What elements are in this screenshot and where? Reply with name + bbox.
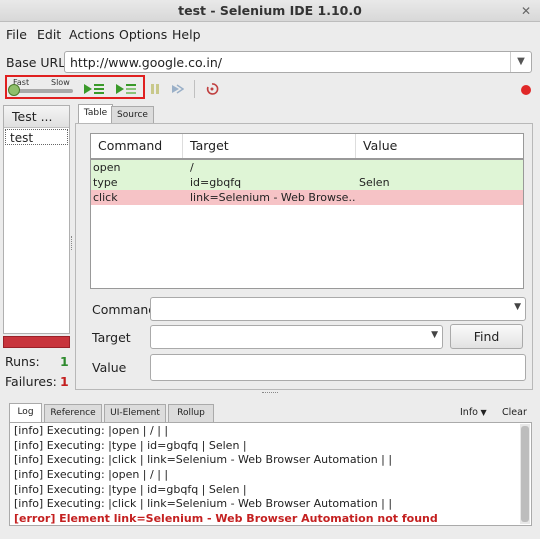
- chevron-down-icon[interactable]: ▼: [514, 302, 521, 312]
- close-icon: ✕: [520, 4, 532, 18]
- log-clear-button[interactable]: Clear: [502, 407, 527, 418]
- log-scrollbar[interactable]: [520, 424, 530, 524]
- row-target: link=Selenium - Web Browse...: [190, 191, 355, 204]
- base-url-value[interactable]: http://www.google.co.in/: [70, 55, 222, 70]
- runs-count: 1: [60, 354, 69, 369]
- chevron-down-icon[interactable]: ▼: [510, 52, 531, 72]
- tab-reference[interactable]: Reference: [44, 404, 102, 423]
- column-value[interactable]: Value: [356, 134, 523, 158]
- table-header: Command Target Value: [91, 134, 523, 160]
- command-combobox[interactable]: ▼: [150, 297, 526, 321]
- row-command: type: [93, 176, 118, 189]
- record-icon[interactable]: [519, 83, 533, 97]
- menu-edit[interactable]: Edit: [37, 27, 61, 42]
- base-url-combobox[interactable]: http://www.google.co.in/ ▼: [64, 51, 532, 73]
- test-case-header[interactable]: Test ...: [4, 106, 69, 128]
- row-target: id=gbqfq: [190, 176, 242, 189]
- rollup-icon[interactable]: [205, 82, 219, 96]
- speed-slider-thumb[interactable]: [8, 84, 20, 96]
- table-row[interactable]: type id=gbqfq Selen: [91, 175, 523, 190]
- log-console: [info] Executing: |open | / | | [info] E…: [9, 422, 532, 526]
- panel-splitter[interactable]: [71, 236, 74, 250]
- chevron-down-icon[interactable]: ▼: [431, 330, 438, 340]
- toolbar-divider: [194, 80, 195, 98]
- play-all-tests-icon[interactable]: [83, 83, 105, 95]
- run-progress-bar: [3, 336, 70, 348]
- close-window-button[interactable]: ✕: [518, 3, 534, 19]
- table-row[interactable]: open /: [91, 160, 523, 175]
- menu-options[interactable]: Options: [119, 27, 167, 42]
- log-line: [info] Executing: |type | id=gbqfq | Sel…: [14, 438, 247, 452]
- window-title-bar: test - Selenium IDE 1.10.0: [0, 0, 540, 22]
- table-row[interactable]: click link=Selenium - Web Browse...: [91, 190, 523, 205]
- runs-label: Runs:: [5, 354, 40, 369]
- log-line: [info] Executing: |click | link=Selenium…: [14, 497, 393, 511]
- menu-file[interactable]: File: [6, 27, 27, 42]
- log-line: [info] Executing: |type | id=gbqfq | Sel…: [14, 482, 247, 496]
- tab-log[interactable]: Log: [9, 403, 42, 423]
- value-label: Value: [92, 360, 127, 375]
- target-label: Target: [92, 330, 131, 345]
- row-target: /: [190, 161, 194, 174]
- log-line: [info] Executing: |click | link=Selenium…: [14, 453, 393, 467]
- row-command: open: [93, 161, 121, 174]
- window-title: test - Selenium IDE 1.10.0: [178, 3, 362, 18]
- speed-slider-track[interactable]: [11, 89, 73, 93]
- log-line: [info] Executing: |open | / | |: [14, 424, 169, 437]
- pause-icon[interactable]: [148, 82, 162, 96]
- info-label[interactable]: Info: [460, 407, 478, 418]
- log-scrollbar-thumb[interactable]: [521, 426, 529, 522]
- test-case-item[interactable]: test: [5, 129, 68, 145]
- row-command: click: [93, 191, 118, 204]
- tab-rollup[interactable]: Rollup: [168, 404, 214, 423]
- value-input[interactable]: [150, 354, 526, 381]
- command-label: Command: [92, 302, 157, 317]
- failures-count: 1: [60, 374, 69, 389]
- tab-table[interactable]: Table: [78, 104, 113, 125]
- failures-label: Failures:: [5, 374, 57, 389]
- speed-control-highlight: Fast Slow: [5, 75, 145, 99]
- row-value: Selen: [359, 176, 390, 189]
- base-url-label: Base URL: [6, 55, 66, 70]
- chevron-down-icon[interactable]: ▼: [478, 408, 487, 417]
- column-command[interactable]: Command: [91, 134, 183, 158]
- log-line: [info] Executing: |open | / | |: [14, 468, 169, 482]
- command-table: Command Target Value open / type id=gbqf…: [90, 133, 524, 289]
- menu-help[interactable]: Help: [172, 27, 201, 42]
- log-splitter[interactable]: [262, 392, 278, 394]
- find-button[interactable]: Find: [450, 324, 523, 349]
- log-error-line: [error] Element link=Selenium - Web Brow…: [14, 512, 438, 526]
- test-case-panel: Test ... test: [3, 105, 70, 334]
- speed-slow-label: Slow: [51, 78, 70, 87]
- step-icon[interactable]: [170, 82, 184, 96]
- column-target[interactable]: Target: [183, 134, 356, 158]
- menu-bar: File Edit Actions Options Help: [0, 24, 540, 46]
- play-current-test-icon[interactable]: [115, 83, 137, 95]
- tab-ui-element[interactable]: UI-Element: [104, 404, 166, 423]
- log-info-filter[interactable]: Info ▼: [460, 407, 487, 418]
- menu-actions[interactable]: Actions: [69, 27, 115, 42]
- target-combobox[interactable]: ▼: [150, 325, 443, 349]
